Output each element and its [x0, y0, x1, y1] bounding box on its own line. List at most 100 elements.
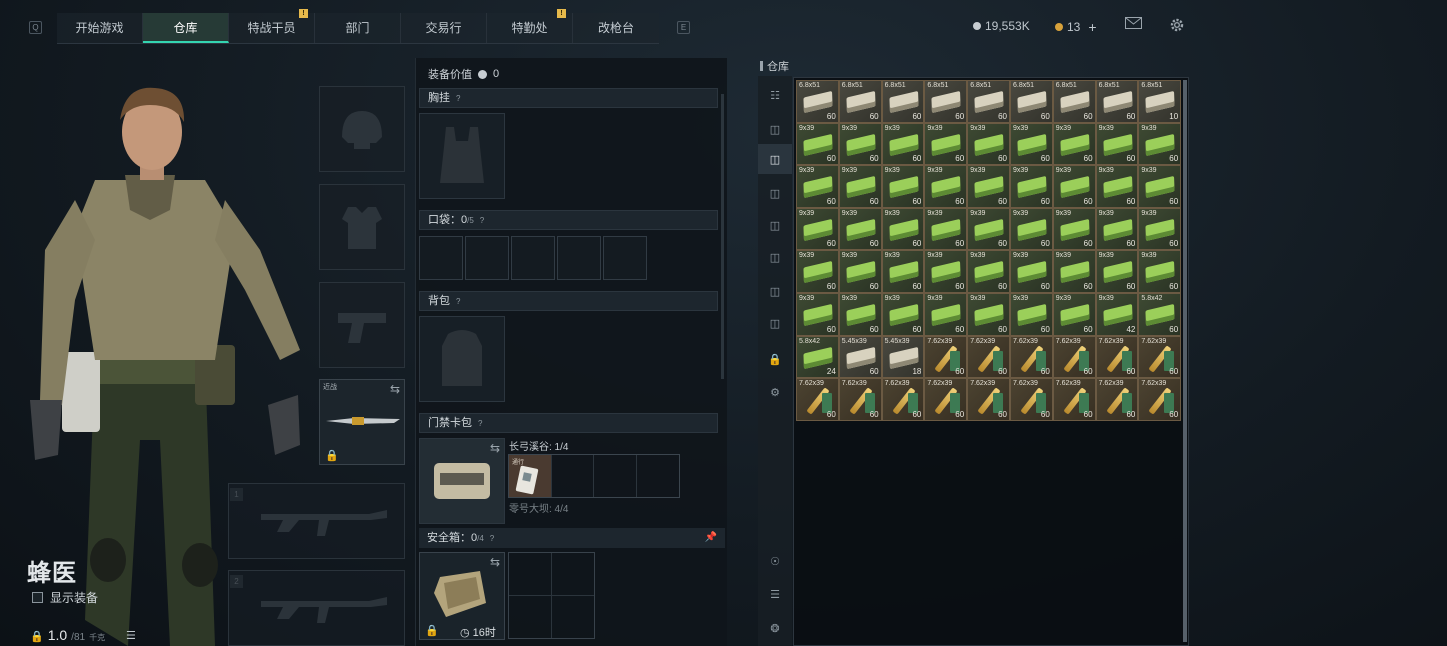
safe-slot[interactable] — [551, 553, 594, 596]
ammo-item[interactable]: 6.8x51 10 — [1138, 80, 1182, 123]
armor-slot[interactable] — [319, 184, 405, 270]
keycard-slot[interactable] — [552, 455, 594, 497]
ammo-item[interactable]: 9x39 60 — [1009, 165, 1053, 208]
ammo-item[interactable]: 9x39 60 — [796, 250, 839, 293]
tools-icon[interactable]: ❂ — [758, 613, 792, 643]
stash-settings-icon[interactable]: ⚙ — [758, 377, 792, 407]
ammo-item[interactable]: 9x39 60 — [838, 250, 882, 293]
ammo-item[interactable]: 6.8x51 60 — [881, 80, 925, 123]
category-2-icon[interactable]: ◫ — [758, 178, 792, 208]
ammo-item[interactable]: 9x39 60 — [796, 165, 839, 208]
ammo-item[interactable]: 9x39 60 — [1009, 292, 1053, 336]
ammo-item[interactable]: 9x39 60 — [1095, 165, 1139, 208]
sort-icon[interactable]: ☉ — [758, 546, 792, 576]
ammo-item[interactable]: 9x39 60 — [924, 165, 968, 208]
ammo-item[interactable]: 9x39 60 — [881, 122, 925, 166]
ammo-item[interactable]: 9x39 60 — [967, 250, 1010, 293]
keycard-slot[interactable] — [637, 455, 680, 497]
ammo-item[interactable]: 9x39 60 — [1052, 165, 1096, 208]
ammo-item[interactable]: 9x39 60 — [1095, 122, 1139, 166]
pocket-slot[interactable] — [557, 236, 601, 280]
swap-icon[interactable]: ⇆ — [390, 382, 400, 396]
ammo-item[interactable]: 6.8x51 60 — [924, 80, 968, 123]
ammo-item[interactable]: 7.62x39 60 — [967, 378, 1010, 421]
ammo-item[interactable]: 9x39 60 — [967, 122, 1010, 166]
category-3-icon[interactable]: ◫ — [758, 210, 792, 240]
ammo-item[interactable]: 6.8x51 60 — [967, 80, 1010, 123]
backpack-slot[interactable] — [419, 316, 505, 402]
ammo-item[interactable]: 6.8x51 60 — [838, 80, 882, 123]
loadout-scrollbar[interactable] — [721, 94, 724, 379]
ammo-item[interactable]: 7.62x39 60 — [1095, 335, 1139, 379]
add-currency-button[interactable]: + — [1088, 19, 1096, 35]
help-icon[interactable]: ? — [480, 212, 484, 230]
ammo-item[interactable]: 6.8x51 60 — [1095, 80, 1139, 123]
ammo-item[interactable]: 9x39 60 — [1095, 207, 1139, 251]
chest-rig-slot[interactable] — [419, 113, 505, 199]
tab-special-ops[interactable]: 特勤处! — [487, 9, 573, 43]
ammo-item[interactable]: 9x39 60 — [1052, 122, 1096, 166]
safe-slot[interactable] — [509, 595, 552, 638]
pocket-slot[interactable] — [419, 236, 463, 280]
safe-slot[interactable] — [552, 596, 595, 639]
pocket-slot[interactable] — [603, 236, 647, 280]
ammo-item[interactable]: 7.62x39 60 — [924, 378, 968, 421]
ammo-item[interactable]: 7.62x39 60 — [1009, 378, 1053, 421]
swap-icon[interactable]: ⇆ — [490, 441, 500, 455]
ammo-item[interactable]: 9x39 60 — [967, 165, 1010, 208]
help-icon[interactable]: ? — [456, 293, 460, 311]
ammo-item[interactable]: 9x39 60 — [1009, 207, 1053, 251]
ammo-item[interactable]: 9x39 60 — [881, 250, 925, 293]
ammo-item[interactable]: 9x39 60 — [924, 250, 968, 293]
lock-icon[interactable]: 🔒 — [758, 344, 792, 374]
ammo-item[interactable]: 9x39 60 — [881, 207, 925, 251]
ammo-item[interactable]: 9x39 60 — [1138, 207, 1182, 251]
keycard-item[interactable]: 通行 — [509, 455, 552, 497]
ammo-item[interactable]: 9x39 60 — [924, 207, 968, 251]
ammo-item[interactable]: 6.8x51 60 — [796, 80, 839, 123]
show-gear-checkbox[interactable] — [32, 592, 43, 603]
pocket-slot[interactable] — [465, 236, 509, 280]
ammo-item[interactable]: 9x39 60 — [924, 292, 968, 336]
ammo-item[interactable]: 9x39 60 — [1009, 122, 1053, 166]
ammo-item[interactable]: 7.62x39 60 — [1052, 378, 1096, 421]
settings-gear-icon[interactable] — [1168, 17, 1186, 33]
category-ammo-icon[interactable]: ◫ — [758, 144, 792, 174]
tab-start-game[interactable]: 开始游戏 — [57, 13, 143, 43]
mail-icon[interactable] — [1124, 17, 1142, 33]
ammo-item[interactable]: 9x39 60 — [1009, 250, 1053, 293]
tab-department[interactable]: 部门 — [315, 13, 401, 43]
help-icon[interactable]: ? — [456, 90, 460, 108]
ammo-item[interactable]: 9x39 60 — [796, 292, 839, 336]
pocket-slot[interactable] — [511, 236, 555, 280]
ammo-item[interactable]: 7.62x39 60 — [1009, 335, 1053, 379]
ammo-item[interactable]: 7.62x39 60 — [1095, 378, 1139, 421]
ammo-item[interactable]: 9x39 60 — [967, 292, 1010, 336]
help-icon[interactable]: ? — [490, 529, 494, 549]
ammo-item[interactable]: 7.62x39 60 — [881, 378, 925, 421]
ammo-item[interactable]: 5.45x39 18 — [881, 335, 925, 379]
secondary-weapon-slot[interactable] — [228, 570, 405, 646]
ammo-item[interactable]: 9x39 60 — [796, 207, 839, 251]
ammo-item[interactable]: 7.62x39 60 — [1138, 378, 1182, 421]
sidearm-slot[interactable] — [319, 282, 405, 368]
ammo-item[interactable]: 9x39 60 — [1138, 122, 1182, 166]
ammo-item[interactable]: 9x39 60 — [1138, 165, 1182, 208]
ammo-item[interactable]: 7.62x39 60 — [796, 378, 839, 421]
ammo-item[interactable]: 6.8x51 60 — [1009, 80, 1053, 123]
category-5-icon[interactable]: ◫ — [758, 276, 792, 306]
ammo-item[interactable]: 7.62x39 60 — [967, 335, 1010, 379]
pin-icon[interactable]: 📌 — [705, 528, 717, 548]
ammo-item[interactable]: 6.8x51 60 — [1052, 80, 1096, 123]
layers-icon[interactable]: ☰ — [758, 579, 792, 609]
help-icon[interactable]: ? — [478, 415, 482, 433]
category-6-icon[interactable]: ◫ — [758, 308, 792, 338]
ammo-item[interactable]: 9x39 60 — [796, 122, 839, 166]
ammo-item[interactable]: 7.62x39 60 — [1138, 335, 1182, 379]
premium-currency[interactable]: 13 + — [1055, 19, 1097, 35]
list-icon[interactable]: ☰ — [126, 629, 136, 642]
ammo-item[interactable]: 9x39 60 — [967, 207, 1010, 251]
ammo-item[interactable]: 9x39 60 — [1052, 207, 1096, 251]
safe-slot[interactable] — [509, 553, 552, 596]
swap-icon[interactable]: ⇆ — [490, 555, 500, 569]
